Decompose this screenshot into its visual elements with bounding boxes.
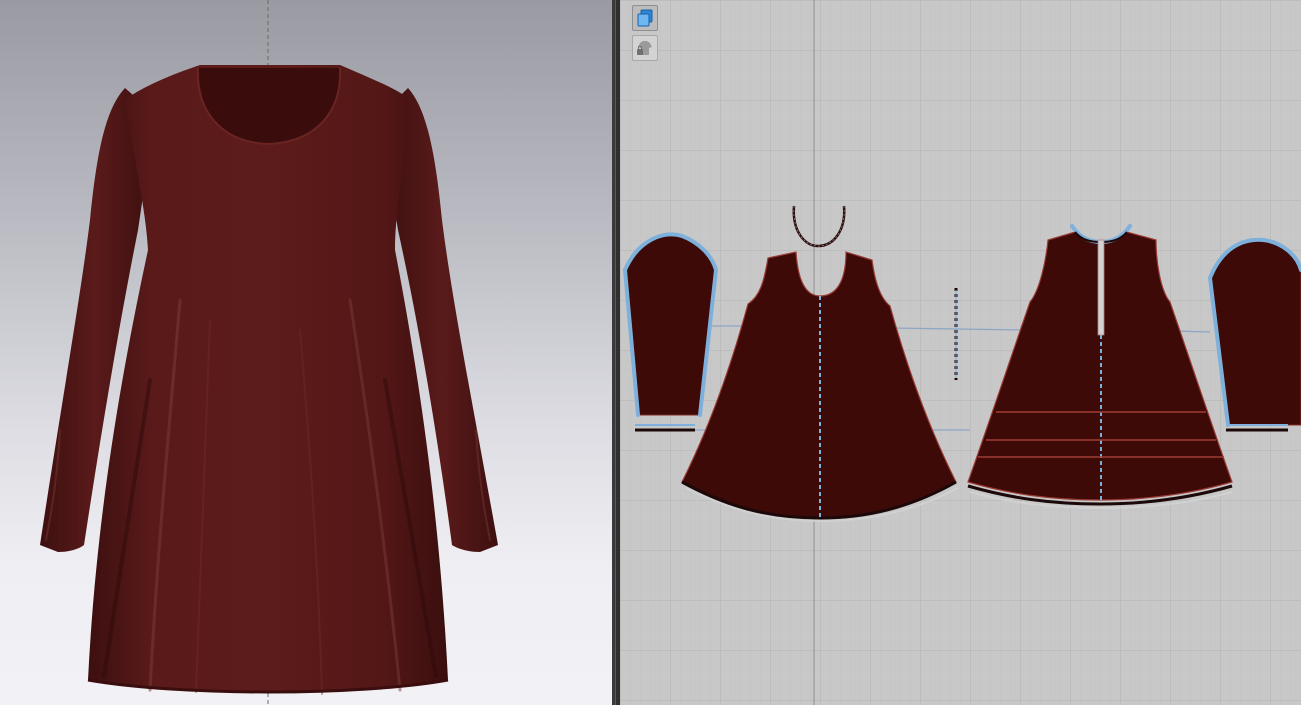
viewport-splitter[interactable] <box>612 0 620 705</box>
toolbar-button-pattern[interactable] <box>632 5 658 31</box>
locked-avatar-icon <box>637 41 652 55</box>
pattern-right-sleeve[interactable] <box>1208 237 1301 432</box>
dress-body[interactable] <box>88 65 448 692</box>
toolbar-button-avatar-lock[interactable] <box>632 35 658 61</box>
canvas-grid <box>620 0 1301 705</box>
3d-scene <box>40 0 498 705</box>
2d-pattern-viewport[interactable] <box>620 0 1301 705</box>
blue-pattern-icon <box>637 9 653 27</box>
pattern-left-sleeve[interactable] <box>623 232 718 432</box>
pattern-canvas[interactable] <box>620 0 1301 705</box>
3d-viewport[interactable] <box>0 0 612 705</box>
